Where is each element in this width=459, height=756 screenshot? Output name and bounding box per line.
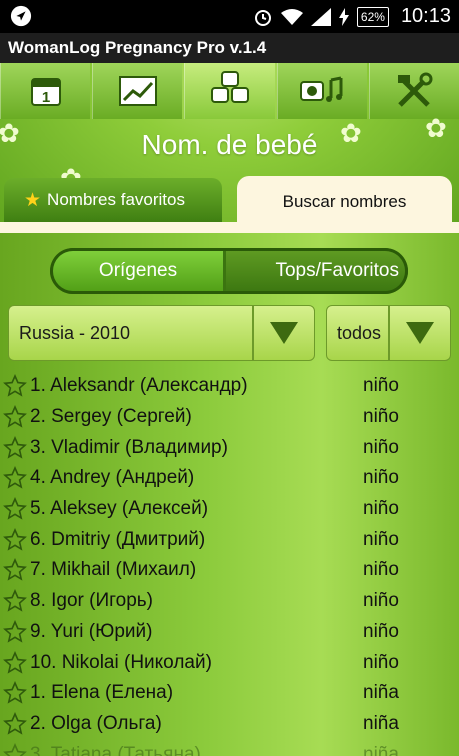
country-year-value: Russia - 2010 [19,322,131,343]
star-outline-icon[interactable] [0,435,30,460]
gender-text: niño [363,559,399,581]
name-row[interactable]: 5. Aleksey (Алексей) niño [0,494,459,525]
status-bar: 62% 10:13 [0,0,459,33]
star-outline-icon[interactable] [0,711,30,736]
tab-search-label: Buscar nombres [282,192,407,211]
origins-toggle[interactable]: Orígenes [53,251,223,291]
gender-filter-value: todos [337,322,382,343]
gender-text: niña [363,743,399,756]
chart-button[interactable] [92,63,183,119]
tab-favorites-label: Nombres favoritos [47,190,185,209]
gender-text: niño [363,528,399,550]
star-outline-icon[interactable] [0,681,30,705]
names-blocks-icon [211,71,249,103]
gender-text: niña [363,682,399,704]
gender-text: niño [363,406,399,428]
gender-text: niño [363,498,399,520]
calendar-button[interactable]: 1 [0,63,91,119]
gender-text: niño [363,590,399,612]
name-row[interactable]: 10. Nikolai (Николай) niño [0,647,459,678]
star-outline-icon[interactable] [0,374,30,398]
signal-icon [310,7,331,26]
star-outline-icon[interactable] [0,497,30,521]
tab-underline [0,222,459,233]
gender-text: niña [363,712,399,734]
name-row[interactable]: 7. Mikhail (Михаил) niño [0,555,459,586]
alarm-icon [254,9,271,26]
media-icon [300,76,343,102]
star-outline-icon[interactable] [0,589,30,613]
name-row[interactable]: 1. Elena (Елена) niña [0,678,459,709]
toolbar: 1 [0,63,459,119]
star-outline-icon[interactable] [0,619,30,644]
gender-text: niño [363,436,399,458]
names-button[interactable] [184,63,275,119]
media-button[interactable] [276,63,367,119]
name-list: 1. Aleksandr (Александр) niño 2. Sergey (… [0,371,459,756]
calendar-icon: 1 [30,78,61,106]
tools-button[interactable] [368,63,459,119]
wifi-icon [280,8,303,25]
gender-text: niño [363,620,399,642]
charging-icon [338,7,349,26]
name-row[interactable]: 2. Sergey (Сергей) niño [0,402,459,433]
name-search-panel: Orígenes Tops/Favoritos Russia - 2010 to… [0,233,459,756]
star-outline-icon[interactable] [0,466,30,490]
name-row[interactable]: 9. Yuri (Юрий) niño [0,617,459,648]
dropdown-arrow-icon [252,306,314,360]
name-row[interactable]: 4. Andrey (Андрей) niño [0,463,459,494]
battery-level: 62% [356,6,389,27]
star-outline-icon[interactable] [0,650,30,675]
tab-search[interactable]: Buscar nombres [237,176,452,228]
country-year-select[interactable]: Russia - 2010 [8,305,315,361]
tools-icon [398,72,433,107]
name-row[interactable]: 3. Vladimir (Владимир) niño [0,432,459,463]
navigation-icon [10,5,32,27]
page-title: Nom. de bebé [141,129,318,160]
view-toggle: Orígenes Tops/Favoritos [50,248,408,294]
gender-text: niño [363,467,399,489]
status-icons: 62% 10:13 [253,0,451,33]
name-row[interactable]: 1. Aleksandr (Александр) niño [0,371,459,402]
tops-favorites-toggle[interactable]: Tops/Favoritos [226,251,405,291]
name-row[interactable]: 6. Dmitriy (Дмитрий) niño [0,524,459,555]
svg-text:1: 1 [41,89,49,106]
tab-favorites[interactable]: ★ Nombres favoritos [4,178,222,222]
star-outline-icon[interactable] [0,405,30,429]
name-row[interactable]: 3. Tatiana (Татьяна) niña [0,739,459,756]
star-outline-icon[interactable] [0,742,30,756]
chart-icon [118,76,157,106]
status-clock: 10:13 [400,5,451,27]
name-row[interactable]: 8. Igor (Игорь) niño [0,586,459,617]
app-title: WomanLog Pregnancy Pro v.1.4 [0,33,459,63]
dropdown-arrow-icon [388,306,450,360]
star-icon: ★ [24,189,42,211]
star-outline-icon[interactable] [0,558,30,582]
gender-text: niño [363,651,399,673]
gender-text: niño [363,375,399,397]
star-outline-icon[interactable] [0,527,30,552]
name-row[interactable]: 2. Olga (Ольга) niña [0,709,459,740]
gender-filter-select[interactable]: todos [326,305,451,361]
